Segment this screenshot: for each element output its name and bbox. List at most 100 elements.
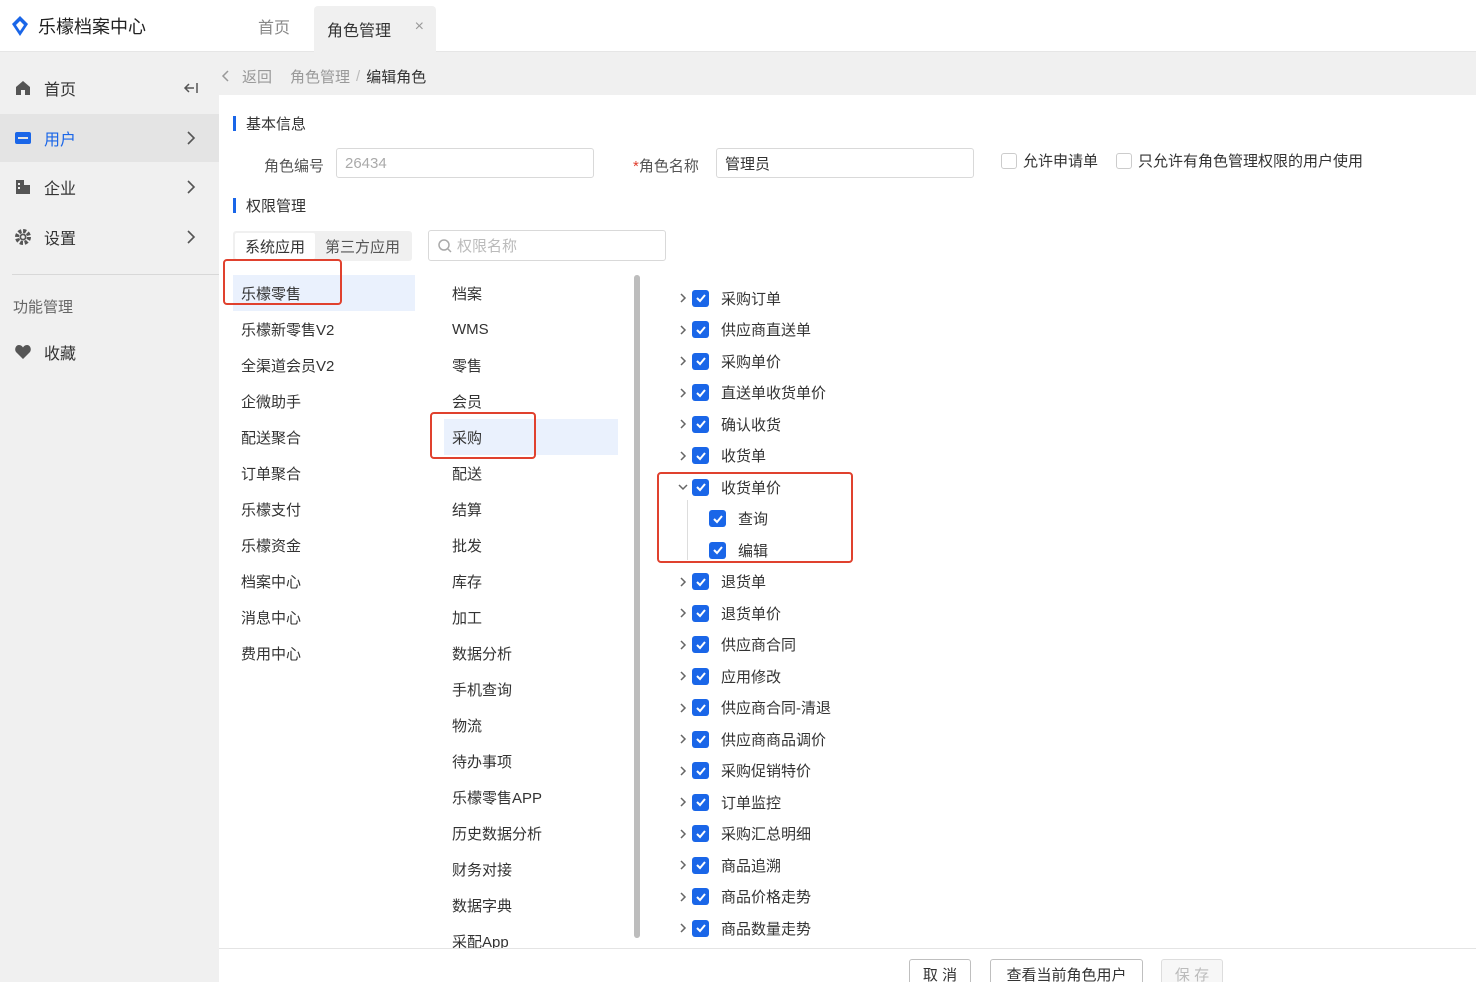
permission-item[interactable]: 商品数量走势	[676, 914, 811, 942]
chevron-right-icon[interactable]	[676, 323, 690, 337]
module-list-item[interactable]: 档案	[444, 275, 618, 311]
sidebar-item-user[interactable]: 用户	[0, 114, 219, 162]
permission-item[interactable]: 确认收货	[676, 410, 781, 438]
checkbox-checked[interactable]	[692, 573, 709, 590]
checkbox-checked[interactable]	[692, 636, 709, 653]
app-list-item[interactable]: 乐檬资金	[233, 527, 415, 563]
chevron-right-icon[interactable]	[676, 795, 690, 809]
permission-item[interactable]: 供应商合同-清退	[676, 694, 831, 722]
permission-item[interactable]: 供应商商品调价	[676, 725, 826, 753]
collapse-sidebar-icon[interactable]	[181, 78, 201, 98]
permission-item[interactable]: 商品价格走势	[676, 883, 811, 911]
save-button[interactable]: 保 存	[1161, 959, 1223, 982]
checkbox-checked[interactable]	[692, 762, 709, 779]
module-list-item[interactable]: 历史数据分析	[444, 815, 618, 851]
app-list-item[interactable]: 费用中心	[233, 635, 415, 671]
checkbox-checked[interactable]	[692, 856, 709, 874]
module-list-item[interactable]: 物流	[444, 707, 618, 743]
chevron-right-icon[interactable]	[676, 291, 690, 305]
checkbox-checked[interactable]	[692, 825, 709, 842]
chevron-right-icon[interactable]	[676, 449, 690, 463]
chevron-right-icon[interactable]	[676, 764, 690, 778]
module-list-item[interactable]: 待办事项	[444, 743, 618, 779]
checkbox-checked[interactable]	[692, 384, 709, 401]
allow-apply-checkbox[interactable]: 允许申请单	[1001, 150, 1098, 171]
permission-item[interactable]: 采购汇总明细	[676, 820, 811, 848]
sidebar-item-settings[interactable]: 设置	[0, 213, 219, 261]
checkbox-checked[interactable]	[692, 888, 709, 905]
permission-item[interactable]: 退货单	[676, 568, 766, 596]
module-list-item[interactable]: WMS	[444, 311, 618, 347]
module-list-item[interactable]: 结算	[444, 491, 618, 527]
role-code-field[interactable]: 26434	[336, 148, 594, 178]
chevron-right-icon[interactable]	[676, 575, 690, 589]
checkbox-checked[interactable]	[692, 321, 709, 338]
breadcrumb-parent[interactable]: 角色管理	[290, 66, 350, 87]
chevron-right-icon[interactable]	[676, 858, 690, 872]
checkbox-box[interactable]	[1001, 152, 1017, 169]
permission-item[interactable]: 采购订单	[676, 284, 781, 312]
permission-item[interactable]: 退货单价	[676, 599, 781, 627]
module-list-item[interactable]: 乐檬零售APP	[444, 779, 618, 815]
module-list-item[interactable]: 批发	[444, 527, 618, 563]
permission-item[interactable]: 直送单收货单价	[676, 379, 826, 407]
permission-item[interactable]: 采购促销特价	[676, 757, 811, 785]
app-list-item[interactable]: 档案中心	[233, 563, 415, 599]
checkbox-checked[interactable]	[692, 604, 709, 622]
cancel-button[interactable]: 取 消	[909, 959, 971, 982]
tab-role-management[interactable]: 角色管理 ×	[314, 6, 436, 52]
app-list-item[interactable]: 订单聚合	[233, 455, 415, 491]
back-link[interactable]: 返回	[220, 66, 272, 87]
checkbox-checked[interactable]	[692, 447, 709, 464]
chevron-right-icon[interactable]	[676, 638, 690, 652]
permission-item[interactable]: 订单监控	[676, 788, 781, 816]
app-list-item[interactable]: 企微助手	[233, 383, 415, 419]
chevron-right-icon[interactable]	[676, 669, 690, 683]
permission-item[interactable]: 供应商合同	[676, 631, 796, 659]
permission-search-input[interactable]: 权限名称	[428, 230, 666, 261]
module-list-item[interactable]: 零售	[444, 347, 618, 383]
permission-item[interactable]: 供应商直送单	[676, 316, 811, 344]
module-list-item[interactable]: 手机查询	[444, 671, 618, 707]
chevron-right-icon[interactable]	[676, 606, 690, 620]
sidebar-item-home[interactable]: 首页	[0, 64, 219, 112]
checkbox-checked[interactable]	[692, 352, 709, 370]
sidebar-item-enterprise[interactable]: 企业	[0, 163, 219, 211]
checkbox-checked[interactable]	[692, 289, 709, 307]
app-list-item[interactable]: 乐檬新零售V2	[233, 311, 415, 347]
app-list-item[interactable]: 配送聚合	[233, 419, 415, 455]
app-list-item[interactable]: 消息中心	[233, 599, 415, 635]
close-icon[interactable]: ×	[415, 18, 424, 36]
checkbox-box[interactable]	[1116, 152, 1132, 169]
checkbox-checked[interactable]	[692, 919, 709, 937]
module-list-item[interactable]: 财务对接	[444, 851, 618, 887]
module-scrollbar-thumb[interactable]	[634, 275, 640, 938]
module-list-item[interactable]: 数据字典	[444, 887, 618, 923]
chevron-right-icon[interactable]	[676, 827, 690, 841]
permission-item[interactable]: 应用修改	[676, 662, 781, 690]
checkbox-checked[interactable]	[692, 730, 709, 748]
module-list-item[interactable]: 配送	[444, 455, 618, 491]
chevron-right-icon[interactable]	[676, 354, 690, 368]
app-list-item[interactable]: 全渠道会员V2	[233, 347, 415, 383]
module-list-item[interactable]: 数据分析	[444, 635, 618, 671]
chevron-right-icon[interactable]	[676, 386, 690, 400]
chevron-right-icon[interactable]	[676, 921, 690, 935]
module-list-item[interactable]: 加工	[444, 599, 618, 635]
view-role-users-button[interactable]: 查看当前角色用户	[990, 959, 1143, 982]
sidebar-item-favorites[interactable]: 收藏	[0, 328, 219, 376]
only-role-admin-checkbox[interactable]: 只允许有角色管理权限的用户使用	[1116, 150, 1363, 171]
checkbox-checked[interactable]	[692, 667, 709, 685]
permission-item[interactable]: 商品追溯	[676, 851, 781, 879]
app-list-item[interactable]: 乐檬支付	[233, 491, 415, 527]
module-list-item[interactable]: 库存	[444, 563, 618, 599]
checkbox-checked[interactable]	[692, 793, 709, 811]
chevron-right-icon[interactable]	[676, 732, 690, 746]
chevron-right-icon[interactable]	[676, 890, 690, 904]
checkbox-checked[interactable]	[692, 415, 709, 433]
tab-system-apps[interactable]: 系统应用	[235, 233, 316, 259]
chevron-right-icon[interactable]	[676, 701, 690, 715]
chevron-right-icon[interactable]	[676, 417, 690, 431]
tab-home[interactable]: 首页	[236, 0, 312, 52]
role-name-field[interactable]: 管理员	[716, 148, 974, 178]
